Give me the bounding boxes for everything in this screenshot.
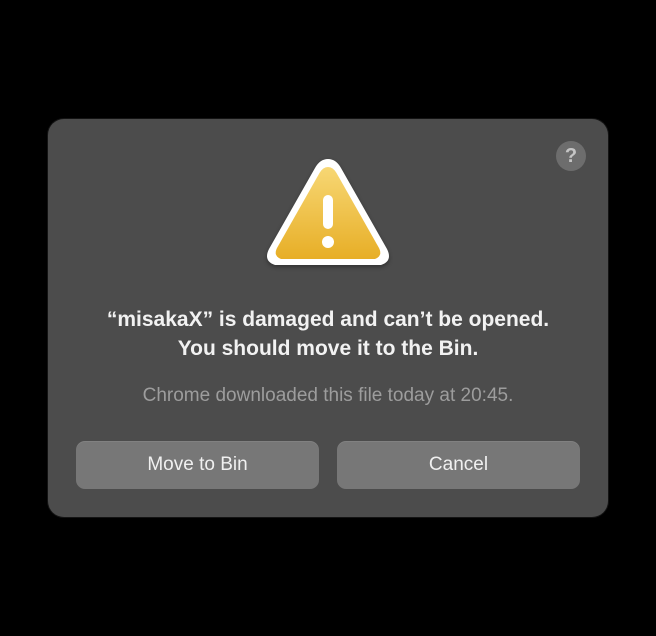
damaged-app-dialog: ? “misakaX” is damaged and can’t be open… <box>48 119 608 516</box>
button-row: Move to Bin Cancel <box>76 441 580 489</box>
cancel-button[interactable]: Cancel <box>337 441 580 489</box>
dialog-subtitle: Chrome downloaded this file today at 20:… <box>106 383 550 409</box>
help-button[interactable]: ? <box>556 141 586 171</box>
move-to-bin-button[interactable]: Move to Bin <box>76 441 319 489</box>
help-icon: ? <box>565 145 577 168</box>
icon-container <box>76 153 580 278</box>
warning-icon <box>263 153 393 278</box>
dialog-title: “misakaX” is damaged and can’t be opened… <box>98 306 558 363</box>
